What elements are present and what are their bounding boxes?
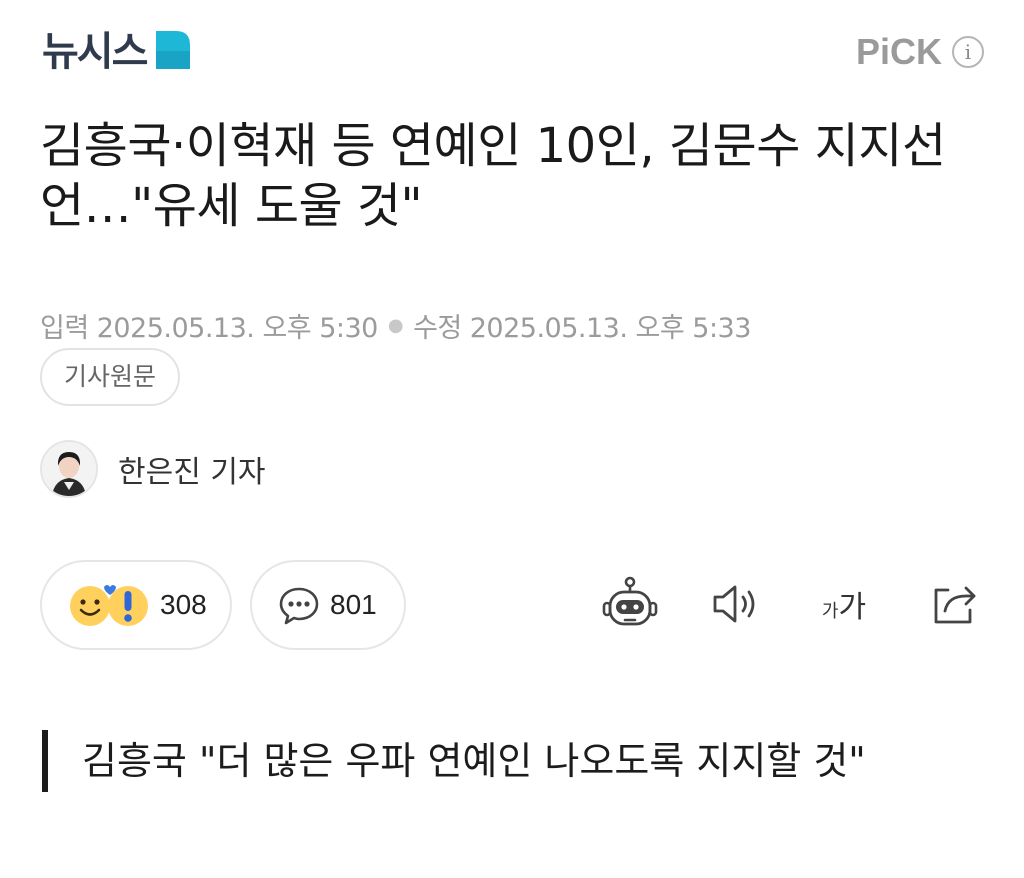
author-row[interactable]: 한은진 기자 [40,440,266,498]
pick-badge[interactable]: PiCK i [856,32,984,72]
comment-button[interactable]: 801 [250,560,406,650]
emotion-icon [68,581,150,629]
input-time: 2025.05.13. 오후 5:30 [96,313,379,344]
article-timestamps: 입력 2025.05.13. 오후 5:30 ● 수정 2025.05.13. … [40,306,751,345]
edit-label: 수정 [413,313,462,344]
author-name[interactable]: 한은진 기자 [118,447,266,491]
edit-time: 2025.05.13. 오후 5:33 [469,313,752,344]
author-avatar[interactable] [40,440,98,498]
input-label: 입력 [40,313,89,344]
robot-summary-icon [601,576,659,632]
font-size-icon: 가가 [822,582,866,626]
separator-dot: ● [387,315,404,336]
newsis-logo[interactable]: 뉴시스 [42,29,191,75]
info-icon[interactable]: i [952,36,984,68]
logo-mark-icon [156,31,191,73]
comment-icon [278,585,320,625]
emotion-reaction-button[interactable]: 308 [40,560,232,650]
text-to-speech-button[interactable] [706,574,766,634]
share-icon [928,580,980,628]
font-size-button[interactable]: 가가 [812,574,876,634]
article-subheading: 김흥국 "더 많은 우파 연예인 나오도록 지지할 것" [42,730,902,792]
article-title: 김흥국·이혁재 등 연예인 10인, 김문수 지지선언…"유세 도울 것" [40,118,946,234]
top-bar: 뉴시스 PiCK i [0,0,1024,100]
emotion-count: 308 [160,589,207,620]
share-button[interactable] [924,574,984,634]
summary-robot-button[interactable] [600,574,660,634]
original-article-button[interactable]: 기사원문 [40,348,181,406]
logo-text: 뉴시스 [42,29,148,75]
comment-count: 801 [330,589,377,620]
font-size-small: 가 [821,601,839,622]
pick-label: PiCK [855,31,942,72]
font-size-large: 가 [838,590,867,625]
speaker-icon [709,582,763,626]
